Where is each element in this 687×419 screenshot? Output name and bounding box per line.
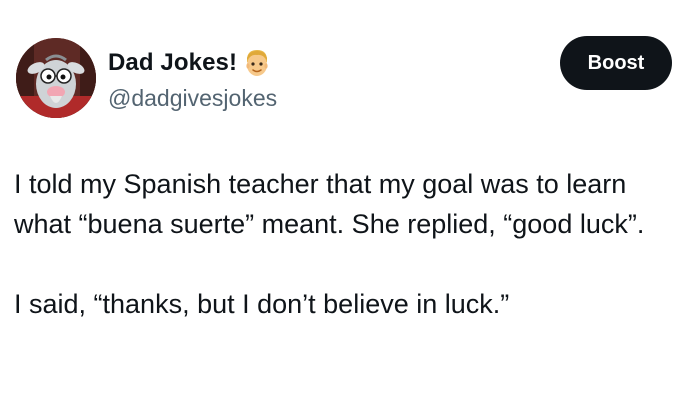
tweet-paragraph: I told my Spanish teacher that my goal w… (14, 169, 645, 239)
avatar[interactable] (16, 38, 96, 118)
tweet-body: I told my Spanish teacher that my goal w… (14, 164, 682, 324)
author-name-row: Dad Jokes! (108, 48, 271, 78)
author-display-name[interactable]: Dad Jokes! (108, 49, 237, 77)
avatar-goat-illustration (16, 38, 96, 118)
tweet-paragraph: I said, “thanks, but I don’t believe in … (14, 289, 510, 319)
boost-button[interactable]: Boost (560, 36, 672, 90)
author-handle[interactable]: @dadgivesjokes (108, 84, 277, 112)
man-face-emoji-icon (243, 48, 271, 78)
